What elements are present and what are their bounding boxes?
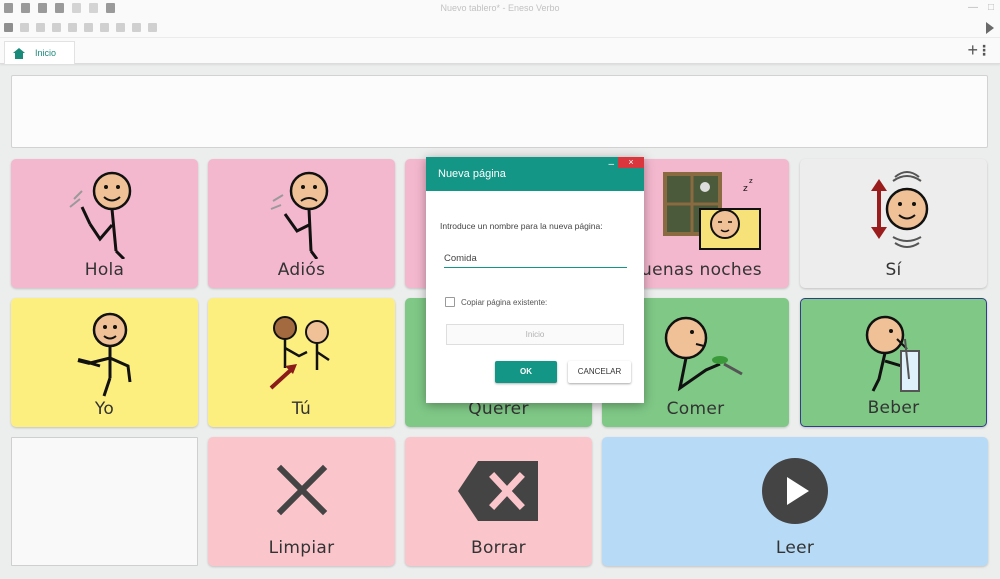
page-name-input[interactable] — [444, 246, 627, 268]
cell-label: Borrar — [471, 538, 526, 558]
sleeping-window-pictogram: z z — [663, 172, 762, 250]
window-title: Nuevo tablero* - Eneso Verbo — [440, 3, 560, 13]
screen-icon[interactable] — [148, 23, 157, 32]
cell-beber[interactable]: Beber — [800, 298, 987, 427]
title-bar: Nuevo tablero* - Eneso Verbo — □ — [0, 0, 1000, 18]
dialog-title: Nueva página — [438, 168, 506, 180]
cell-label: Yo — [94, 399, 115, 419]
backspace-icon — [457, 461, 538, 521]
drinking-pictogram — [865, 315, 920, 392]
eating-pictogram — [664, 316, 743, 392]
cell-si[interactable]: Sí — [800, 159, 987, 288]
waving-goodbye-pictogram — [270, 171, 328, 259]
cell-borrar[interactable]: Borrar — [405, 437, 592, 566]
svg-text:z: z — [749, 177, 753, 185]
kebab-menu-icon[interactable]: ⋮ — [977, 42, 991, 58]
pointing-you-pictogram — [269, 316, 330, 390]
tab-bar: Inicio + ⋮ — [0, 38, 1000, 64]
edit-tools — [4, 23, 157, 32]
cell-tu[interactable]: Tú — [208, 298, 395, 427]
rows-icon[interactable] — [116, 23, 125, 32]
cell-empty[interactable] — [11, 437, 198, 566]
cell-label: Hola — [84, 260, 125, 280]
tab-inicio[interactable]: Inicio — [4, 41, 76, 64]
clear-x-icon — [276, 464, 327, 516]
edit-toolbar — [0, 18, 1000, 38]
maximize-icon[interactable]: □ — [988, 2, 994, 13]
cell-label: Tú — [291, 399, 312, 419]
paste-icon[interactable] — [52, 23, 61, 32]
cut-icon[interactable] — [36, 23, 45, 32]
cell-yo[interactable]: Yo — [11, 298, 198, 427]
dialog-prompt: Introduce un nombre para la nueva página… — [440, 221, 603, 231]
waving-hello-pictogram — [68, 171, 131, 259]
cell-label: Limpiar — [268, 538, 335, 558]
window-controls: — □ — [968, 2, 994, 13]
minimize-icon[interactable]: — — [968, 2, 978, 13]
cell-label: Beber — [867, 398, 920, 418]
list-icon[interactable] — [132, 23, 141, 32]
message-bar[interactable] — [11, 75, 988, 148]
align-icon[interactable] — [84, 23, 93, 32]
delete-icon[interactable] — [68, 23, 77, 32]
new-page-dialog: Nueva página – × Introduce un nombre par… — [426, 157, 644, 403]
cancel-button[interactable]: CANCELAR — [568, 361, 631, 383]
pointing-self-pictogram — [77, 312, 131, 397]
cell-label: Adiós — [277, 260, 326, 280]
close-icon[interactable]: × — [618, 157, 644, 168]
home-icon — [13, 47, 25, 59]
edit-icon[interactable] — [4, 23, 13, 32]
tab-label: Inicio — [35, 48, 57, 58]
cell-label: Sí — [885, 260, 902, 280]
play-circle-icon — [762, 458, 828, 524]
dialog-header: Nueva página – × — [426, 157, 644, 191]
copy-page-checkbox[interactable] — [445, 297, 455, 307]
cell-adios[interactable]: Adiós — [208, 159, 395, 288]
cell-hola[interactable]: Hola — [11, 159, 198, 288]
cell-limpiar[interactable]: Limpiar — [208, 437, 395, 566]
minimize-icon[interactable]: – — [608, 159, 614, 170]
svg-text:z: z — [743, 184, 748, 194]
copy-page-row: Copiar página existente: — [445, 297, 547, 307]
copy-page-label: Copiar página existente: — [461, 297, 548, 307]
nodding-yes-pictogram — [870, 171, 928, 248]
copy-icon[interactable] — [20, 23, 29, 32]
cell-leer[interactable]: Leer — [602, 437, 988, 566]
play-icon[interactable] — [986, 22, 994, 34]
columns-icon[interactable] — [100, 23, 109, 32]
cell-label: Leer — [775, 538, 815, 558]
ok-button[interactable]: OK — [495, 361, 557, 383]
page-select[interactable]: Inicio — [446, 324, 624, 345]
